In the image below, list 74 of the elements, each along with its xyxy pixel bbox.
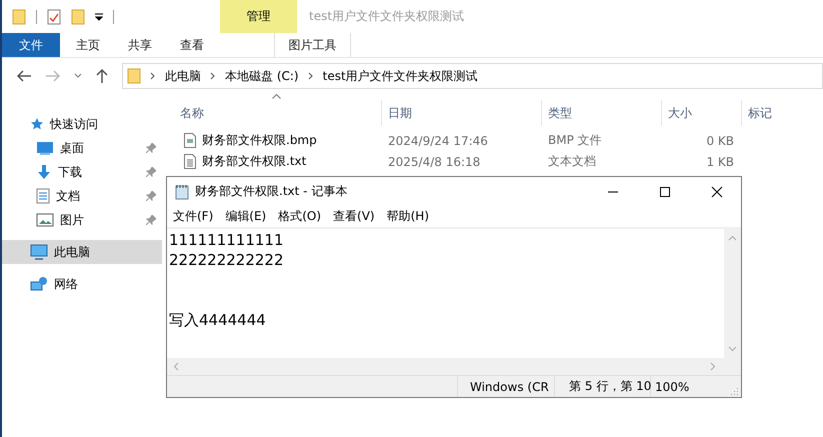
- nav-item[interactable]: 文档: [2, 184, 162, 208]
- nav-item[interactable]: 此电脑: [2, 240, 162, 264]
- file-name[interactable]: 财务部文件权限.bmp: [202, 132, 317, 149]
- nav-item[interactable]: 网络: [2, 272, 162, 296]
- folder-icon[interactable]: [71, 8, 85, 24]
- download-icon: [36, 164, 52, 180]
- table-cell-text: 2025/4/8 16:18: [387, 154, 482, 168]
- column-header[interactable]: 类型: [542, 100, 662, 126]
- vertical-scrollbar[interactable]: [724, 229, 741, 358]
- nav-item[interactable]: 图片: [2, 208, 162, 232]
- menu-item[interactable]: 查看(V): [333, 208, 375, 225]
- sort-caret-icon: [272, 94, 281, 99]
- nav-item[interactable]: 桌面: [2, 136, 162, 160]
- column-header[interactable]: 大小: [662, 100, 742, 126]
- table-cell-text: 1 KB: [705, 154, 735, 168]
- address-bar[interactable]: 此电脑 本地磁盘 (C:) test用户文件文件夹权限测试: [122, 63, 823, 89]
- folder-icon: [127, 68, 141, 84]
- horizontal-scrollbar[interactable]: [167, 358, 741, 375]
- up-icon[interactable]: [95, 68, 109, 84]
- scroll-right-icon[interactable]: [710, 362, 716, 371]
- nav-item[interactable]: 下载: [2, 160, 162, 184]
- contextual-tab-header: 管理: [220, 0, 297, 33]
- menu-item[interactable]: 文件(F): [173, 208, 214, 225]
- notepad-icon: [175, 184, 189, 200]
- column-header[interactable]: 标记: [742, 100, 823, 126]
- status-text: 100%: [654, 378, 690, 396]
- close-icon[interactable]: [711, 186, 723, 198]
- picture-icon: [36, 213, 54, 227]
- table-cell-text: 文本文档: [547, 153, 597, 170]
- chevron-icon: [150, 72, 156, 80]
- network-icon: [30, 276, 48, 292]
- breadcrumb[interactable]: test用户文件文件夹权限测试: [322, 68, 478, 84]
- checklist-icon[interactable]: [47, 8, 61, 24]
- pin-icon[interactable]: [146, 191, 156, 201]
- scroll-left-icon[interactable]: [173, 362, 179, 371]
- dropdown-icon[interactable]: [95, 12, 103, 20]
- back-icon[interactable]: [16, 69, 32, 83]
- pin-icon[interactable]: [146, 143, 156, 153]
- ribbon-tab[interactable]: 文件: [2, 33, 60, 57]
- status-text: 第 5 行，第 10: [555, 376, 651, 397]
- maximize-icon[interactable]: [659, 186, 671, 198]
- ribbon-tab[interactable]: 图片工具: [274, 33, 351, 57]
- menu-item[interactable]: 帮助(H): [386, 208, 429, 225]
- chevron-icon: [308, 72, 314, 80]
- file-name[interactable]: 财务部文件权限.txt: [202, 153, 306, 170]
- scroll-up-icon[interactable]: [728, 235, 737, 241]
- chevron-icon: [210, 72, 216, 80]
- document-icon: [36, 188, 50, 204]
- column-header[interactable]: 名称: [162, 100, 382, 126]
- table-cell-text: 0 KB: [705, 134, 735, 148]
- pin-icon[interactable]: [146, 215, 156, 225]
- resize-grip-icon[interactable]: [731, 387, 739, 395]
- text-file-icon: [184, 154, 196, 169]
- menu-item[interactable]: 编辑(E): [225, 208, 266, 225]
- chevron-icon[interactable]: [74, 73, 82, 79]
- computer-icon: [30, 244, 48, 260]
- column-header[interactable]: 日期: [382, 100, 542, 126]
- star-icon: [30, 117, 44, 131]
- table-cell-text: 2024/9/24 17:46: [387, 134, 489, 148]
- pin-icon[interactable]: [146, 167, 156, 177]
- text-area[interactable]: 111111111111 222222222222 写入4444444: [167, 229, 724, 358]
- window-title: 财务部文件权限.txt - 记事本: [195, 183, 348, 200]
- desktop-icon: [36, 141, 54, 155]
- folder-icon[interactable]: [12, 8, 26, 24]
- breadcrumb[interactable]: 此电脑: [165, 68, 201, 84]
- nav-item[interactable]: 快速访问: [2, 112, 162, 136]
- status-text: Windows (CR: [458, 376, 555, 397]
- menu-item[interactable]: 格式(O): [278, 208, 322, 225]
- scroll-down-icon[interactable]: [728, 346, 737, 352]
- image-file-icon: [184, 133, 196, 148]
- breadcrumb[interactable]: 本地磁盘 (C:): [225, 68, 299, 84]
- table-cell-text: BMP 文件: [547, 132, 603, 149]
- window-title: test用户文件文件夹权限测试: [308, 8, 464, 25]
- forward-icon[interactable]: [45, 69, 61, 83]
